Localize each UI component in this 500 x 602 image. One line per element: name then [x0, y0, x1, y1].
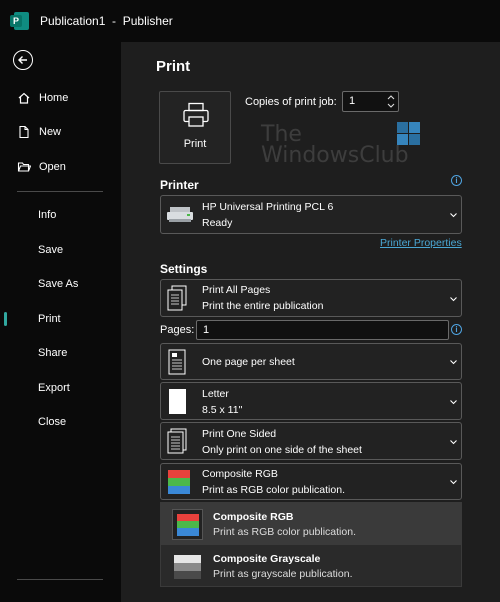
menu-item-title: Composite Grayscale [213, 553, 321, 565]
menu-item-composite-rgb[interactable]: Composite RGB Print as RGB color publica… [161, 503, 461, 545]
chevron-down-icon [450, 213, 457, 218]
info-icon[interactable]: i [451, 324, 462, 335]
pages-per-sheet-dropdown[interactable]: One page per sheet [160, 343, 462, 380]
menu-item-title: Composite RGB [213, 511, 294, 523]
back-button[interactable] [13, 50, 33, 70]
printer-name: HP Universal Printing PCL 6 [202, 201, 334, 213]
paper-desc: 8.5 x 11" [202, 404, 243, 416]
rgb-color-icon [172, 509, 203, 540]
printer-status: Ready [202, 217, 233, 229]
print-range-desc: Print the entire publication [202, 300, 324, 312]
copies-stepper[interactable]: 1 [342, 91, 399, 112]
print-sides-dropdown[interactable]: Print One Sided Only print on one side o… [160, 422, 462, 460]
nav-item-share[interactable]: Share [0, 338, 121, 368]
settings-heading: Settings [160, 262, 208, 276]
color-mode-dropdown[interactable]: Composite RGB Print as RGB color publica… [160, 463, 462, 500]
print-panel: Print Print Copies of print job: 1 The W… [121, 42, 500, 602]
per-sheet-title: One page per sheet [202, 356, 295, 368]
nav-item-label: Save [38, 244, 64, 256]
spin-arrows-icon[interactable] [387, 94, 395, 109]
print-button[interactable]: Print [159, 91, 231, 164]
print-range-title: Print All Pages [202, 284, 271, 296]
paper-title: Letter [202, 388, 229, 400]
nav-item-label: Info [38, 209, 57, 221]
nav-divider [17, 579, 103, 580]
home-icon [17, 91, 31, 105]
paper-icon [169, 389, 186, 414]
nav-divider [17, 191, 103, 192]
watermark-line2: WindowsClub [261, 143, 409, 168]
nav-item-label: Home [39, 92, 69, 104]
nav-item-info[interactable]: Info [0, 200, 121, 230]
printer-properties-link[interactable]: Printer Properties [380, 237, 462, 249]
one-sided-icon [167, 428, 187, 454]
page-title: Print [156, 58, 191, 75]
menu-item-desc: Print as grayscale publication. [213, 568, 353, 580]
info-icon[interactable]: i [451, 175, 462, 186]
nav-item-new[interactable]: New [0, 117, 121, 147]
nav-item-export[interactable]: Export [0, 373, 121, 403]
color-desc: Print as RGB color publication. [202, 484, 345, 496]
chevron-down-icon [450, 480, 457, 485]
print-button-label: Print [183, 138, 207, 150]
window-title: Publication1 - Publisher [40, 14, 173, 28]
pages-stack-icon [167, 285, 187, 311]
watermark: The WindowsClub [261, 122, 409, 168]
color-mode-menu: Composite RGB Print as RGB color publica… [160, 502, 462, 587]
nav-item-save-as[interactable]: Save As [0, 269, 121, 299]
windows-logo-icon [397, 122, 421, 146]
pages-value: 1 [203, 324, 210, 336]
grayscale-icon [172, 551, 203, 582]
nav-item-label: Share [38, 347, 68, 359]
title-bar: P Publication1 - Publisher [0, 0, 500, 42]
sides-title: Print One Sided [202, 428, 277, 440]
nav-item-label: Export [38, 382, 70, 394]
printer-heading: Printer [160, 178, 199, 192]
nav-item-label: Print [38, 313, 61, 325]
pages-input[interactable]: 1 [196, 320, 449, 340]
nav-item-home[interactable]: Home [0, 83, 121, 113]
paper-size-dropdown[interactable]: Letter 8.5 x 11" [160, 382, 462, 420]
new-document-icon [17, 125, 31, 139]
arrow-left-icon [18, 56, 27, 64]
color-title: Composite RGB [202, 468, 278, 480]
copies-value: 1 [349, 95, 356, 107]
copies-label: Copies of print job: [245, 96, 337, 108]
nav-item-label: Open [39, 161, 66, 173]
folder-open-icon [17, 160, 32, 174]
watermark-line1: The [261, 122, 302, 147]
menu-item-desc: Print as RGB color publication. [213, 526, 356, 538]
one-page-icon [168, 349, 186, 375]
pages-label: Pages: [160, 324, 195, 336]
menu-item-composite-grayscale[interactable]: Composite Grayscale Print as grayscale p… [161, 545, 461, 587]
sides-desc: Only print on one side of the sheet [202, 444, 362, 456]
printer-icon [183, 102, 209, 127]
chevron-down-icon [450, 440, 457, 445]
nav-item-label: Save As [38, 278, 79, 290]
publisher-logo-icon: P [10, 11, 30, 31]
nav-item-open[interactable]: Open [0, 152, 121, 182]
backstage-nav: Home New Open Info Save Save As Print Sh… [0, 42, 121, 602]
printer-device-icon [167, 207, 193, 222]
chevron-down-icon [450, 360, 457, 365]
nav-item-label: Close [38, 416, 67, 428]
chevron-down-icon [450, 297, 457, 302]
chevron-down-icon [450, 400, 457, 405]
print-range-dropdown[interactable]: Print All Pages Print the entire publica… [160, 279, 462, 317]
printer-dropdown[interactable]: HP Universal Printing PCL 6 Ready [160, 195, 462, 234]
rgb-color-icon [168, 470, 190, 494]
nav-item-label: New [39, 126, 62, 138]
nav-item-print[interactable]: Print [0, 304, 121, 334]
nav-item-save[interactable]: Save [0, 235, 121, 265]
nav-item-close[interactable]: Close [0, 407, 121, 437]
